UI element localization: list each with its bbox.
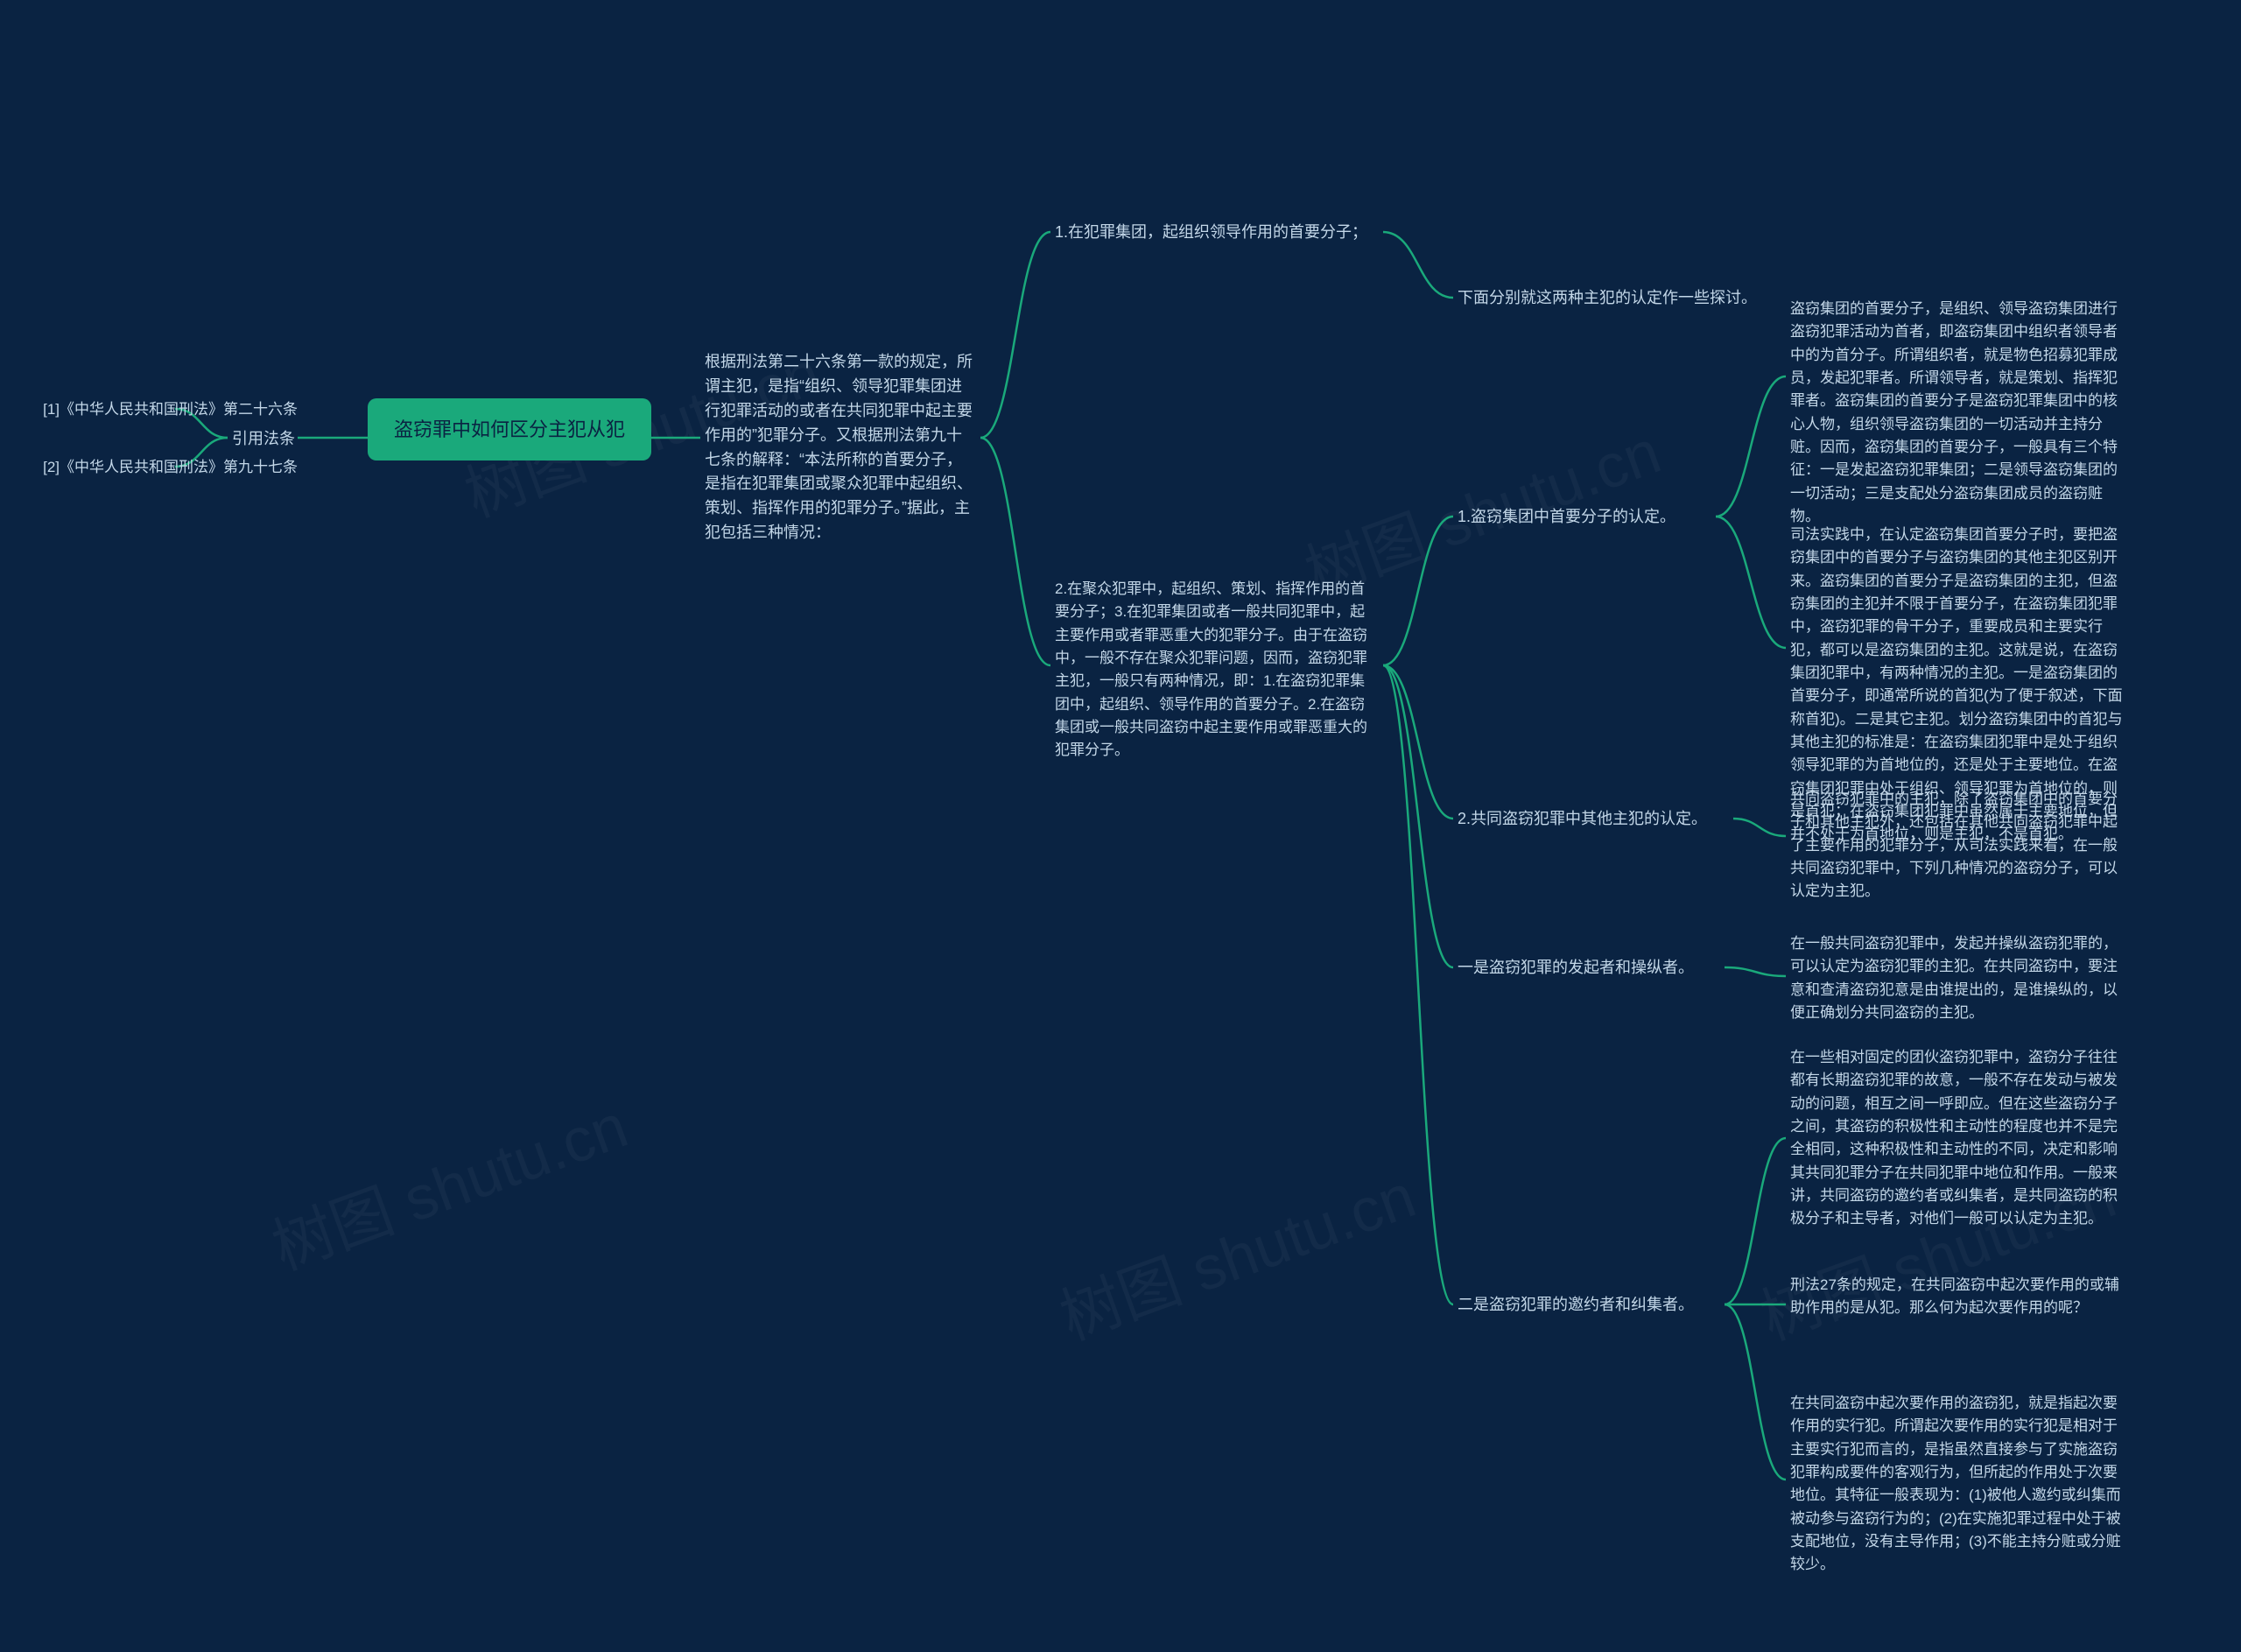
node-sec2-title: 2.共同盗窃犯罪中其他主犯的认定。 [1458,807,1729,832]
watermark: 树图 shutu.cn [1047,1148,1426,1358]
node-sec2-body: 共同盗窃犯罪中的主犯，除了盗窃集团中的首要分子和其他主犯外，还包括在其他共同盗窃… [1790,788,2123,903]
node-sec1-body1: 盗窃集团的首要分子，是组织、领导盗窃集团进行盗窃犯罪活动为首者，即盗窃集团中组织… [1790,298,2123,528]
node-definition: 根据刑法第二十六条第一款的规定，所谓主犯，是指“组织、领导犯罪集团进行犯罪活动的… [705,350,976,545]
node-case23: 2.在聚众犯罪中，起组织、策划、指挥作用的首要分子；3.在犯罪集团或者一般共同犯… [1055,578,1379,763]
citation-2: [2]《中华人民共和国刑法》第九十七条 [26,456,298,479]
node-sec4-body1: 在一些相对固定的团伙盗窃犯罪中，盗窃分子往往都有长期盗窃犯罪的故意，一般不存在发… [1790,1046,2123,1231]
node-sec4-body3: 在共同盗窃中起次要作用的盗窃犯，就是指起次要作用的实行犯。所谓起次要作用的实行犯… [1790,1392,2123,1577]
root-node[interactable]: 盗窃罪中如何区分主犯从犯 [368,398,651,460]
citation-1: [1]《中华人民共和国刑法》第二十六条 [26,398,298,421]
node-sec4-body2: 刑法27条的规定，在共同盗窃中起次要作用的或辅助作用的是从犯。那么何为起次要作用… [1790,1274,2123,1320]
watermark: 树图 shutu.cn [259,1078,638,1288]
node-sec3-body: 在一般共同盗窃犯罪中，发起并操纵盗窃犯罪的，可以认定为盗窃犯罪的主犯。在共同盗窃… [1790,932,2123,1024]
node-sec1-title: 1.盗窃集团中首要分子的认定。 [1458,505,1711,530]
node-sec3-title: 一是盗窃犯罪的发起者和操纵者。 [1458,956,1720,981]
cite-head: 引用法条 [232,427,295,452]
node-case1: 1.在犯罪集团，起组织领导作用的首要分子； [1055,221,1379,245]
node-sec4-title: 二是盗窃犯罪的邀约者和纠集者。 [1458,1293,1720,1318]
node-intro: 下面分别就这两种主犯的认定作一些探讨。 [1458,286,1781,311]
